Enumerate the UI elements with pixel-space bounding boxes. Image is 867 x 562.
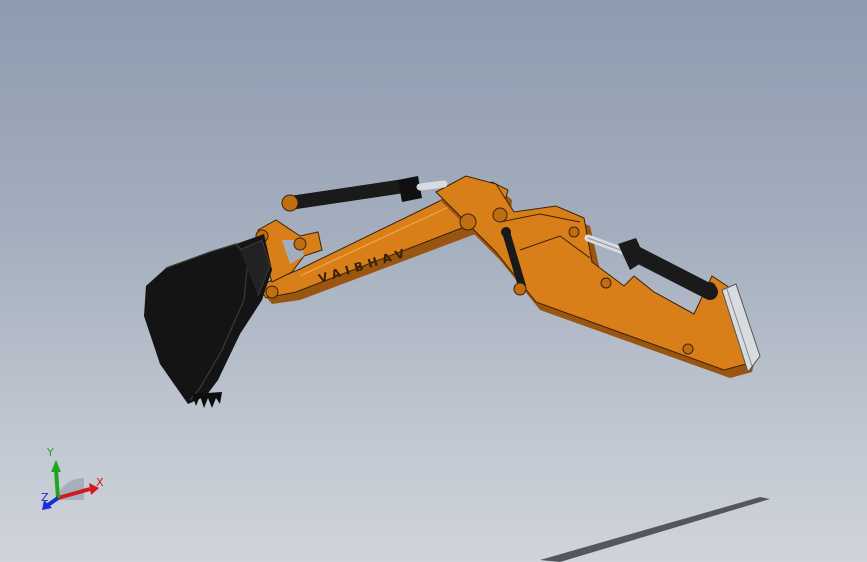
y-axis-label: Y [46,446,54,459]
x-axis-label: X [96,476,104,489]
y-axis-arrow [54,469,60,499]
bucket[interactable] [144,234,272,408]
z-axis-label: Z [41,491,49,504]
bucket-cylinder[interactable] [281,176,448,212]
floor-shadow [540,497,770,562]
model-canvas[interactable]: VAIBHAV X Y Z [0,0,867,562]
coordinate-triad[interactable]: X Y Z [41,446,104,510]
graphics-viewport[interactable]: VAIBHAV X Y Z [0,0,867,562]
z-axis-arrow [46,496,60,507]
boom[interactable] [435,175,756,378]
